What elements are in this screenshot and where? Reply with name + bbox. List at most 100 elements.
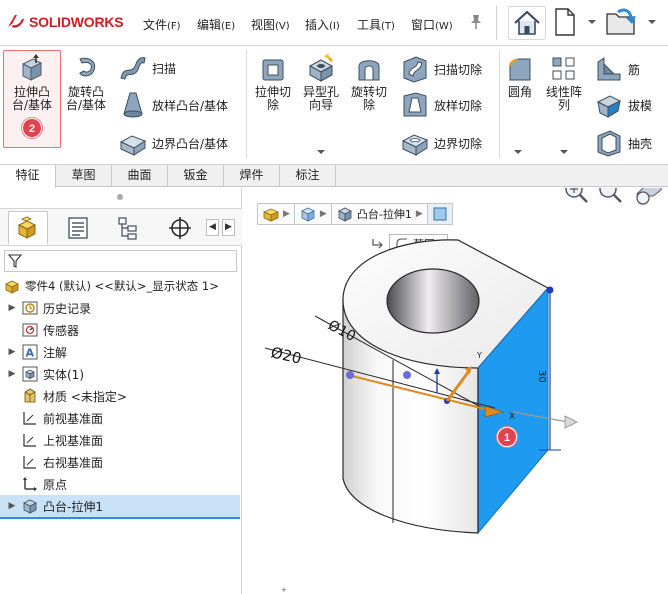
pane-grip[interactable]: [117, 194, 123, 200]
expand-arrow-icon[interactable]: ▶: [6, 347, 18, 357]
sweep-label: 扫描: [152, 61, 177, 76]
shell-button[interactable]: 抽壳: [594, 128, 652, 158]
property-manager-tab[interactable]: [58, 211, 98, 245]
feature-manager-tab[interactable]: [8, 211, 48, 245]
tab-sheet-metal[interactable]: 钣金: [168, 165, 224, 187]
extrude-cut-button[interactable]: 拉伸切 除: [250, 54, 296, 112]
tab-features[interactable]: 特征: [0, 165, 56, 188]
sweep-cut-button[interactable]: 扫描切除: [400, 54, 482, 84]
tab-dimxpert[interactable]: 标注: [280, 165, 336, 187]
extrude-cut-label: 拉伸切 除: [254, 85, 291, 112]
menu-insert[interactable]: 插入(I): [305, 16, 340, 33]
crosshair-icon: [169, 217, 191, 239]
dimxpert-manager-tab[interactable]: [160, 211, 200, 245]
linear-pattern-button[interactable]: 线性阵 列: [540, 54, 588, 112]
configuration-manager-tab[interactable]: [108, 211, 148, 245]
loft-boss-button[interactable]: 放样凸台/基体: [118, 90, 228, 120]
tree-item-label: 上视基准面: [43, 433, 104, 448]
tree-item-solid-bodies[interactable]: ▶ 实体(1): [6, 363, 246, 385]
linear-pattern-label: 线性阵 列: [545, 85, 582, 112]
tree-item-annotations[interactable]: ▶ A 注解: [6, 341, 246, 363]
tree-item-label: 原点: [43, 477, 68, 492]
tree-root-part[interactable]: 零件4 (默认) <<默认>_显示状态 1>: [4, 275, 240, 297]
tree-item-right-plane[interactable]: 右视基准面: [6, 451, 246, 473]
fillet-dropdown-arrow[interactable]: [514, 150, 522, 154]
tree-item-boss-extrude1[interactable]: ▶ 凸台-拉伸1: [0, 495, 240, 517]
tab-sketch[interactable]: 草图: [56, 165, 112, 187]
tree-filter[interactable]: [4, 250, 237, 272]
rib-button[interactable]: 筋: [594, 54, 640, 84]
linear-pattern-icon: [552, 57, 575, 80]
revolve-boss-label: 旋转凸 台/基体: [65, 85, 107, 112]
rib-label: 筋: [628, 62, 641, 77]
boundary-boss-button[interactable]: 边界凸台/基体: [118, 128, 228, 158]
ribbon-separator: [499, 50, 500, 158]
draft-label: 拔模: [628, 98, 653, 113]
large-diameter-value[interactable]: Ø20: [269, 343, 303, 367]
menu-window-label: 窗口: [411, 18, 436, 32]
manager-tabs-next[interactable]: ▶: [222, 219, 235, 236]
menu-window[interactable]: 窗口(W): [411, 16, 453, 33]
tree-item-front-plane[interactable]: 前视基准面: [6, 407, 246, 429]
solidworks-window: SOLIDWORKS 文件(F) 编辑(E) 视图(V) 插入(I) 工具(T)…: [0, 0, 668, 594]
tree-item-material[interactable]: 材质 <未指定>: [6, 385, 246, 407]
menu-view-accel: (V): [275, 21, 290, 32]
sketch-point[interactable]: [403, 371, 411, 379]
menu-view[interactable]: 视图(V): [251, 16, 290, 33]
sweep-button[interactable]: 扫描: [118, 54, 176, 82]
loft-cut-button[interactable]: 放样切除: [400, 90, 482, 120]
shell-icon: [597, 130, 621, 157]
pattern-dropdown-arrow[interactable]: [560, 150, 568, 154]
fillet-label: 圆角: [507, 85, 532, 99]
tree-root-label: 零件4 (默认) <<默认>_显示状态 1>: [25, 279, 219, 293]
height-dimension-value[interactable]: 30: [536, 370, 547, 383]
part-icon: [5, 280, 19, 294]
revolve-cut-icon: [358, 60, 380, 81]
tab-weldments[interactable]: 焊件: [224, 165, 280, 187]
manager-tabs-prev[interactable]: ◀: [206, 219, 219, 236]
ribbon-separator: [246, 50, 247, 158]
menu-tools-accel: (T): [381, 21, 395, 32]
draft-button[interactable]: 拔模: [594, 90, 652, 120]
tree-item-sensors[interactable]: 传感器: [6, 319, 246, 341]
tab-surfaces[interactable]: 曲面: [112, 165, 168, 187]
graphics-area[interactable]: ▶ ▶ 凸台-拉伸1 ▶ 30 Ø10 Ø20 Y X + 1: [243, 188, 668, 594]
step-two-badge: 2: [22, 118, 42, 138]
new-document-button[interactable]: [552, 6, 578, 40]
menu-file-label: 文件: [143, 18, 168, 32]
expand-arrow-icon[interactable]: ▶: [6, 501, 18, 511]
home-button[interactable]: [508, 6, 546, 40]
property-manager-icon: [68, 217, 88, 239]
revolve-boss-button[interactable]: 旋转凸 台/基体: [62, 54, 110, 112]
axis-label-y: Y: [476, 351, 482, 360]
dimension-handle[interactable]: [546, 286, 554, 294]
tree-item-origin[interactable]: 原点: [6, 473, 246, 495]
hole-wizard-dropdown-arrow[interactable]: [317, 150, 325, 154]
expand-arrow-icon[interactable]: ▶: [6, 303, 18, 313]
extrude-boss-button[interactable]: 拉伸凸 台/基体: [5, 54, 59, 112]
shell-label: 抽壳: [628, 136, 653, 151]
plane-icon: [23, 412, 36, 425]
tree-item-history[interactable]: ▶ 历史记录: [6, 297, 246, 319]
open-dropdown-arrow[interactable]: [648, 20, 656, 24]
revolve-cut-button[interactable]: 旋转切 除: [346, 54, 392, 112]
loft-boss-label: 放样凸台/基体: [152, 98, 229, 113]
fillet-button[interactable]: 圆角: [502, 54, 538, 99]
boundary-cut-button[interactable]: 边界切除: [400, 128, 482, 158]
brand-name: SOLIDWORKS: [29, 14, 124, 30]
menu-edit[interactable]: 编辑(E): [197, 16, 235, 33]
new-dropdown-arrow[interactable]: [588, 20, 596, 24]
menu-tools[interactable]: 工具(T): [357, 16, 395, 33]
solidworks-logo[interactable]: SOLIDWORKS: [6, 13, 124, 31]
menu-file[interactable]: 文件(F): [143, 16, 181, 33]
hole-wizard-button[interactable]: 异型孔 向导: [298, 54, 344, 112]
sketch-point[interactable]: [346, 371, 354, 379]
tree-item-top-plane[interactable]: 上视基准面: [6, 429, 246, 451]
expand-arrow-icon[interactable]: ▶: [6, 369, 18, 379]
model-preview[interactable]: 30 Ø10 Ø20 Y X +: [243, 188, 668, 594]
open-button[interactable]: [604, 6, 640, 40]
tree-rollback-bar[interactable]: [0, 517, 240, 519]
pin-icon[interactable]: [469, 14, 483, 30]
boundary-boss-label: 边界凸台/基体: [152, 136, 229, 151]
tree-item-label: 历史记录: [43, 301, 92, 316]
